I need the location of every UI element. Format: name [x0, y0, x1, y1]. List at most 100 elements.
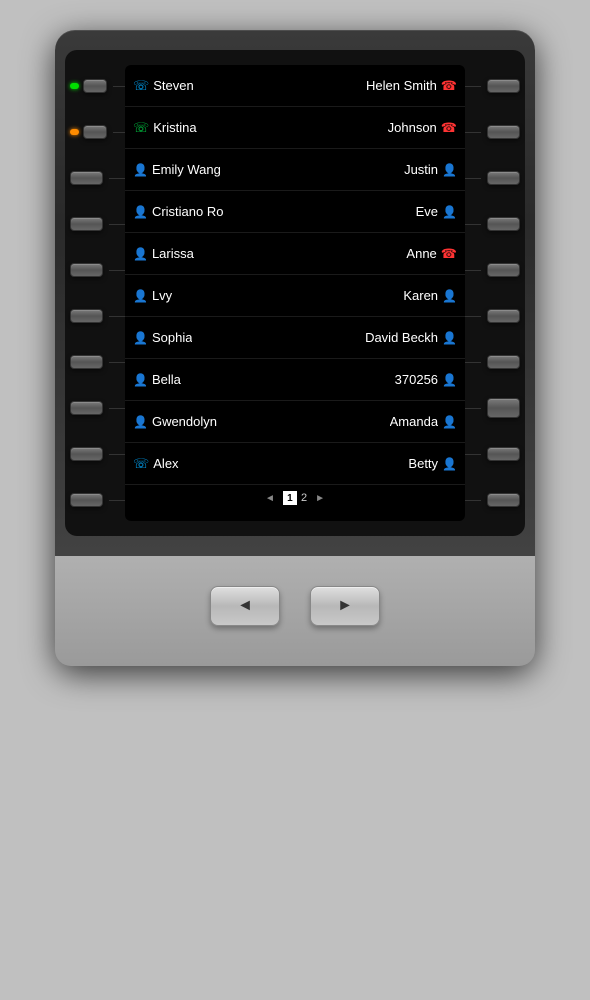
hw-btn-right-10[interactable]: [487, 493, 520, 507]
right-name-6: Karen: [403, 288, 438, 303]
right-btn-row-5: [465, 249, 520, 291]
left-icon-5: 👤: [133, 245, 148, 263]
hw-btn-left-7[interactable]: [70, 355, 103, 369]
right-icon-5: ☎: [441, 245, 457, 263]
contact-row-10[interactable]: ☏ Alex Betty 👤: [125, 443, 465, 485]
sep-right-4: [465, 224, 481, 225]
contact-row-4[interactable]: 👤 Cristiano Ro Eve 👤: [125, 191, 465, 233]
contact-row-8[interactable]: 👤 Bella 370256 👤: [125, 359, 465, 401]
left-name-8: Bella: [152, 372, 181, 387]
sep-left-10: [109, 500, 125, 501]
contact-right-8: 370256 👤: [295, 371, 461, 389]
hw-btn-left-6[interactable]: [70, 309, 103, 323]
hw-btn-right-2[interactable]: [487, 125, 520, 139]
contact-row-7[interactable]: 👤 Sophia David Beckh 👤: [125, 317, 465, 359]
sep-right-6: [465, 316, 481, 317]
right-name-8: 370256: [395, 372, 438, 387]
left-btn-row-4: [70, 203, 125, 245]
contact-row-6[interactable]: 👤 Lvy Karen 👤: [125, 275, 465, 317]
left-btn-row-5: [70, 249, 125, 291]
sep-left-2: [113, 132, 125, 133]
right-icon-6: 👤: [442, 287, 457, 305]
contact-left-2: ☏ Kristina: [129, 119, 295, 137]
contact-left-3: 👤 Emily Wang: [129, 161, 295, 179]
left-btn-row-8: [70, 387, 125, 429]
sep-right-7: [465, 362, 481, 363]
right-name-5: Anne: [406, 246, 436, 261]
hw-btn-right-3[interactable]: [487, 171, 520, 185]
hw-btn-right-8[interactable]: [487, 398, 520, 418]
hw-btn-left-1[interactable]: [83, 79, 107, 93]
sep-left-5: [109, 270, 125, 271]
contact-right-3: Justin 👤: [295, 161, 461, 179]
hw-btn-left-10[interactable]: [70, 493, 103, 507]
hw-btn-left-8[interactable]: [70, 401, 103, 415]
sep-right-5: [465, 270, 481, 271]
left-icon-10: ☏: [133, 455, 149, 473]
contact-row-3[interactable]: 👤 Emily Wang Justin 👤: [125, 149, 465, 191]
hw-btn-right-1[interactable]: [487, 79, 520, 93]
right-name-4: Eve: [416, 204, 438, 219]
right-icon-4: 👤: [442, 203, 457, 221]
hw-btn-right-4[interactable]: [487, 217, 520, 231]
right-btn-row-1: [465, 65, 520, 107]
hw-btn-right-9[interactable]: [487, 447, 520, 461]
left-icon-3: 👤: [133, 161, 148, 179]
left-side-buttons: [70, 65, 125, 521]
led-left-1: [70, 83, 79, 89]
right-icon-1: ☎: [441, 77, 457, 95]
right-btn-row-4: [465, 203, 520, 245]
contact-right-5: Anne ☎: [295, 245, 461, 263]
left-icon-7: 👤: [133, 329, 148, 347]
hw-btn-right-6[interactable]: [487, 309, 520, 323]
prev-nav-button[interactable]: ◄: [210, 586, 280, 626]
total-pages: 2: [301, 492, 307, 504]
left-btn-row-9: [70, 433, 125, 475]
right-name-2: Johnson: [388, 120, 437, 135]
right-name-7: David Beckh: [365, 330, 438, 345]
hw-btn-right-7[interactable]: [487, 355, 520, 369]
right-btn-row-3: [465, 157, 520, 199]
right-name-3: Justin: [404, 162, 438, 177]
display-section: ☏ Steven Helen Smith ☎ ☏ Kristina Johnso…: [65, 50, 525, 536]
sep-left-7: [109, 362, 125, 363]
hw-btn-left-9[interactable]: [70, 447, 103, 461]
next-nav-button[interactable]: ►: [310, 586, 380, 626]
contact-right-10: Betty 👤: [295, 455, 461, 473]
left-btn-row-1: [70, 65, 125, 107]
right-btn-row-9: [465, 433, 520, 475]
contact-right-2: Johnson ☎: [295, 119, 461, 137]
left-icon-1: ☏: [133, 77, 149, 95]
right-btn-row-7: [465, 341, 520, 383]
contact-left-4: 👤 Cristiano Ro: [129, 203, 295, 221]
hw-btn-right-5[interactable]: [487, 263, 520, 277]
sep-right-2: [465, 132, 481, 133]
contact-right-7: David Beckh 👤: [295, 329, 461, 347]
sep-right-8: [465, 408, 481, 409]
prev-page-arrow[interactable]: ◄: [265, 493, 275, 504]
contact-right-6: Karen 👤: [295, 287, 461, 305]
sep-left-3: [109, 178, 125, 179]
contact-row-5[interactable]: 👤 Larissa Anne ☎: [125, 233, 465, 275]
right-btn-row-10: [465, 479, 520, 521]
left-btn-row-10: [70, 479, 125, 521]
contact-left-7: 👤 Sophia: [129, 329, 295, 347]
hw-btn-left-2[interactable]: [83, 125, 107, 139]
contact-row-9[interactable]: 👤 Gwendolyn Amanda 👤: [125, 401, 465, 443]
contact-list: ☏ Steven Helen Smith ☎ ☏ Kristina Johnso…: [125, 65, 465, 485]
left-name-1: Steven: [153, 78, 193, 93]
sep-right-10: [465, 500, 481, 501]
contact-row-1[interactable]: ☏ Steven Helen Smith ☎: [125, 65, 465, 107]
contact-left-6: 👤 Lvy: [129, 287, 295, 305]
hw-btn-left-5[interactable]: [70, 263, 103, 277]
contact-row-2[interactable]: ☏ Kristina Johnson ☎: [125, 107, 465, 149]
hw-btn-left-4[interactable]: [70, 217, 103, 231]
left-icon-8: 👤: [133, 371, 148, 389]
right-icon-8: 👤: [442, 371, 457, 389]
right-icon-7: 👤: [442, 329, 457, 347]
hw-btn-left-3[interactable]: [70, 171, 103, 185]
next-page-arrow[interactable]: ►: [315, 493, 325, 504]
right-name-1: Helen Smith: [366, 78, 437, 93]
right-name-10: Betty: [408, 456, 438, 471]
contact-left-8: 👤 Bella: [129, 371, 295, 389]
